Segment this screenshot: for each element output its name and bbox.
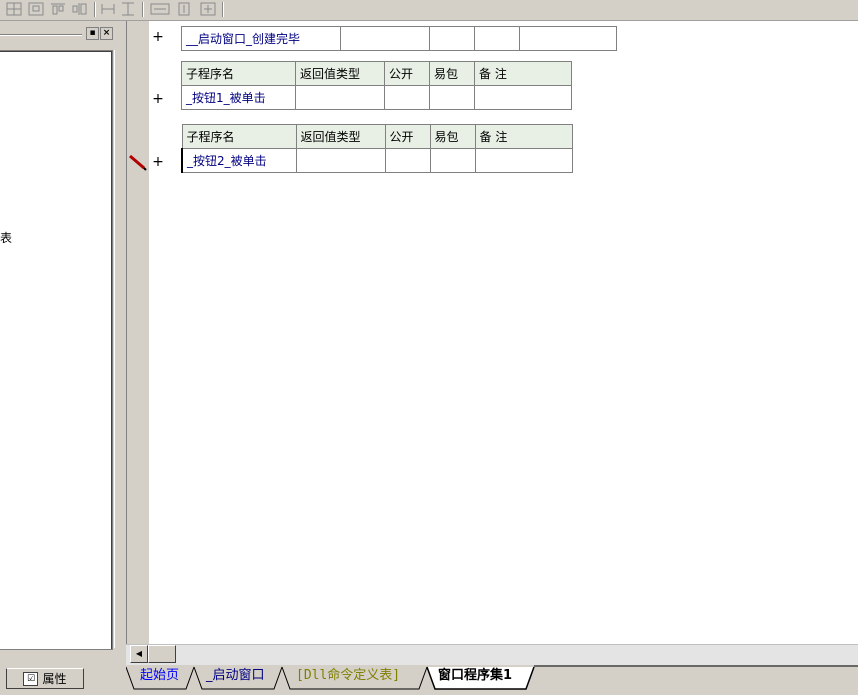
panel-splitter[interactable] xyxy=(114,50,120,648)
align-left-icon[interactable] xyxy=(6,2,22,16)
left-panel: ▪ × 表 xyxy=(0,21,121,661)
horizontal-scrollbar[interactable] xyxy=(126,644,858,665)
tab-window-assembly[interactable]: 窗口程序集1 xyxy=(438,668,512,684)
property-tab-label: 属性 xyxy=(42,672,67,686)
editor-gutter xyxy=(127,21,149,644)
scroll-thumb[interactable] xyxy=(148,645,176,663)
epkg-cell[interactable] xyxy=(429,148,476,173)
sub-name-cell[interactable]: _按钮2_被单击 xyxy=(181,148,297,173)
document-tabs: 起始页 _启动窗口 [Dll命令定义表] 窗口程序集1 xyxy=(126,665,858,695)
return-type-cell[interactable] xyxy=(295,85,385,110)
align-bottom-icon[interactable] xyxy=(72,2,88,16)
tree-item-label[interactable]: 表 xyxy=(0,229,12,246)
tab-start-page[interactable]: 起始页 xyxy=(140,668,179,684)
sub-table-1: __启动窗口_创建完毕 xyxy=(181,26,617,51)
public-cell[interactable] xyxy=(429,26,475,51)
same-height-icon[interactable] xyxy=(120,2,136,16)
remark-cell[interactable] xyxy=(474,148,573,173)
toolbar-separator xyxy=(222,2,224,17)
col-header-epkg: 易包 xyxy=(429,61,475,86)
align-center-icon[interactable] xyxy=(28,2,44,16)
align-top-icon[interactable] xyxy=(50,2,66,16)
same-width-icon[interactable] xyxy=(100,2,116,16)
col-header-epkg: 易包 xyxy=(429,124,476,149)
toolbar-separator xyxy=(142,2,144,17)
epkg-cell[interactable] xyxy=(429,85,475,110)
h-space-icon[interactable] xyxy=(150,2,170,16)
col-header-name: 子程序名 xyxy=(181,124,297,149)
maximize-icon[interactable]: ▪ xyxy=(86,27,99,40)
v-space-icon[interactable] xyxy=(176,2,192,16)
panel-grip[interactable] xyxy=(0,34,82,36)
sub-table-3: 子程序名 返回值类型 公开 易包 备 注 _按钮2_被单击 xyxy=(181,124,573,173)
property-tab[interactable]: ☑ 属性 xyxy=(6,668,84,689)
col-header-public: 公开 xyxy=(384,124,431,149)
pencil-icon xyxy=(129,154,147,171)
center-icon[interactable] xyxy=(200,2,216,16)
col-header-remark: 备 注 xyxy=(474,124,573,149)
public-cell[interactable] xyxy=(384,148,431,173)
toolbar-separator xyxy=(94,2,96,17)
sub-table-2: 子程序名 返回值类型 公开 易包 备 注 _按钮1_被单击 xyxy=(181,61,572,110)
expand-icon[interactable]: + xyxy=(151,30,165,44)
remark-cell[interactable] xyxy=(474,85,572,110)
tab-startup-window[interactable]: _启动窗口 xyxy=(206,668,265,684)
public-cell[interactable] xyxy=(384,85,430,110)
epkg-cell[interactable] xyxy=(474,26,520,51)
col-header-return: 返回值类型 xyxy=(295,124,386,149)
col-header-name: 子程序名 xyxy=(181,61,296,86)
panel-header: ▪ × xyxy=(0,27,116,41)
col-header-remark: 备 注 xyxy=(474,61,572,86)
sub-name-cell[interactable]: __启动窗口_创建完毕 xyxy=(181,26,341,51)
expand-icon[interactable]: + xyxy=(151,155,165,169)
col-header-public: 公开 xyxy=(384,61,430,86)
toolbar xyxy=(0,0,858,21)
scroll-left-icon[interactable]: ◀ xyxy=(130,645,148,663)
project-tree[interactable]: 表 xyxy=(0,50,113,650)
close-icon[interactable]: × xyxy=(100,27,113,40)
return-type-cell[interactable] xyxy=(295,148,386,173)
remark-cell[interactable] xyxy=(519,26,617,51)
return-type-cell[interactable] xyxy=(340,26,430,51)
sub-name-cell[interactable]: _按钮1_被单击 xyxy=(181,85,296,110)
code-editor[interactable] xyxy=(126,21,858,644)
col-header-return: 返回值类型 xyxy=(295,61,385,86)
property-icon: ☑ xyxy=(23,671,39,686)
expand-icon[interactable]: + xyxy=(151,92,165,106)
tab-dll-commands[interactable]: [Dll命令定义表] xyxy=(296,668,400,684)
